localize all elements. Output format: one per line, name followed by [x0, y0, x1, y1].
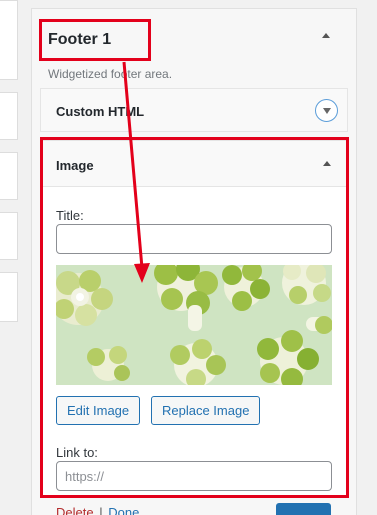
- annotation-arrow: [122, 61, 150, 283]
- widgets-screen: Footer 1 Widgetized footer area. Custom …: [0, 0, 377, 515]
